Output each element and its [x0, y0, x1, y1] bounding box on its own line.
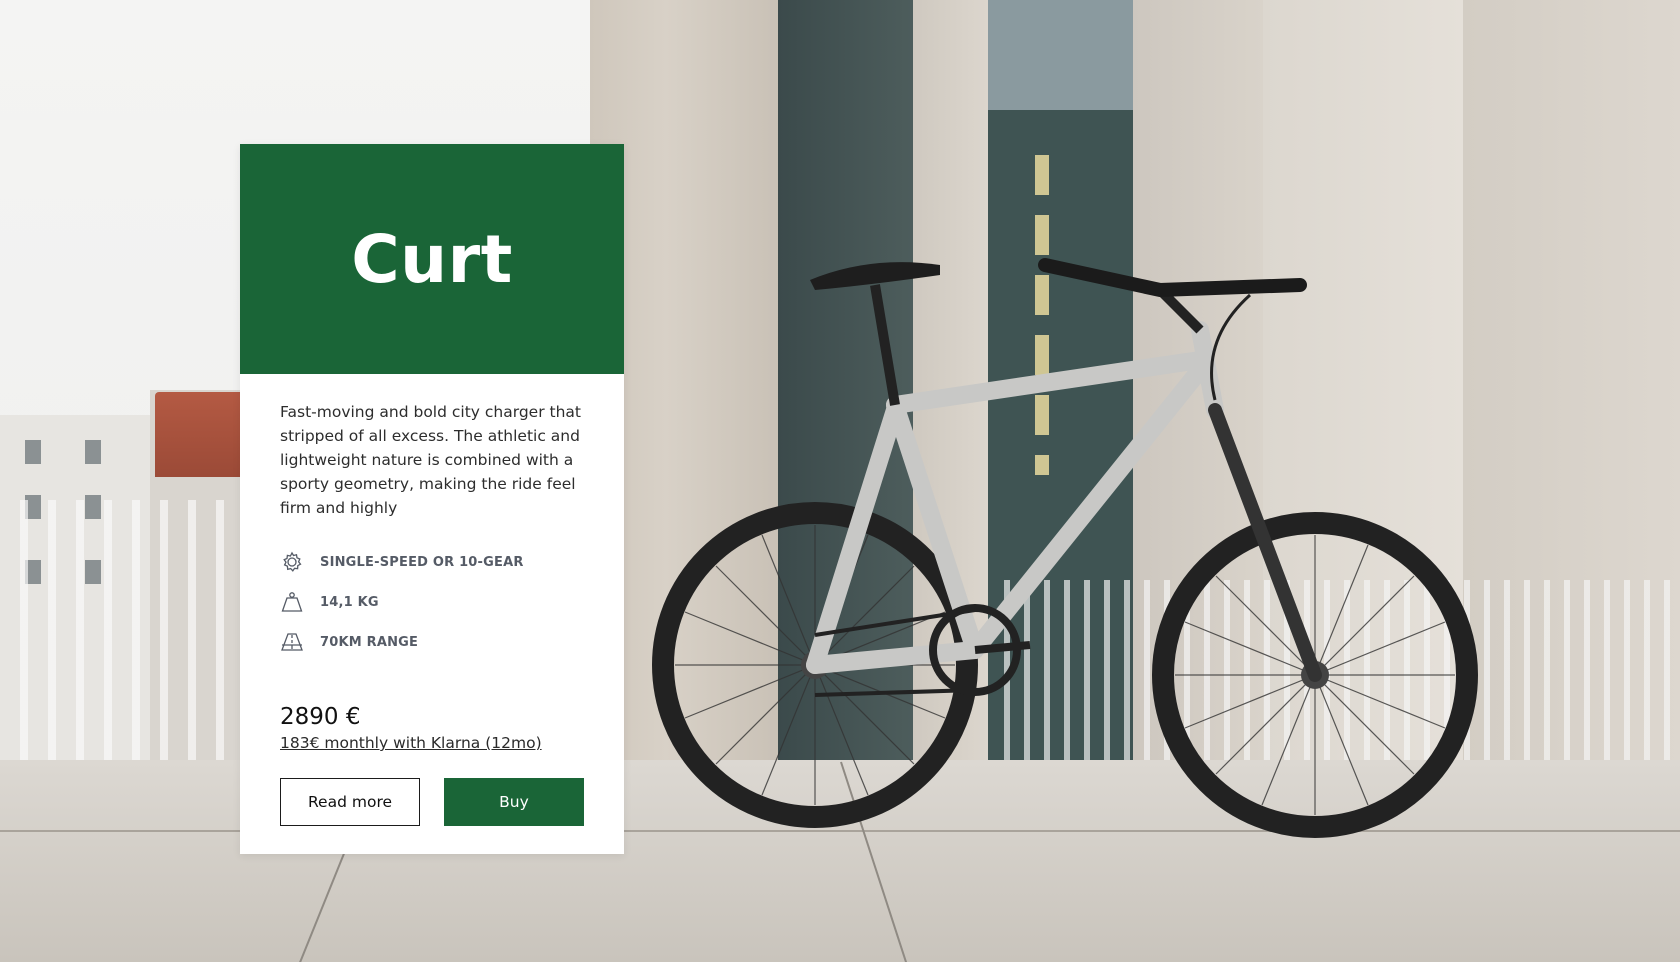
- road-icon: [281, 633, 303, 651]
- spec-list: SINGLE-SPEED OR 10-GEAR 14,1 KG 70KM RAN…: [280, 542, 584, 662]
- card-actions: Read more Buy: [280, 778, 584, 826]
- product-description: Fast-moving and bold city charger that s…: [280, 403, 581, 517]
- product-header: Curt: [240, 144, 624, 374]
- railing-left: [0, 500, 250, 770]
- product-card: Curt Fast-moving and bold city charger t…: [240, 144, 624, 854]
- klarna-financing-link[interactable]: 183€ monthly with Klarna (12mo): [280, 734, 542, 752]
- product-title: Curt: [351, 220, 513, 298]
- spec-weight: 14,1 KG: [280, 582, 584, 622]
- spec-label: 14,1 KG: [320, 594, 379, 610]
- bicycle-image: [652, 258, 1478, 838]
- product-details: Fast-moving and bold city charger that s…: [240, 374, 624, 826]
- read-more-button[interactable]: Read more: [280, 778, 420, 826]
- weight-icon: [281, 592, 303, 612]
- product-price: 2890 €: [280, 704, 361, 730]
- spec-label: 70KM RANGE: [320, 634, 419, 650]
- gear-icon: [283, 551, 302, 572]
- spec-gears: SINGLE-SPEED OR 10-GEAR: [280, 542, 584, 582]
- buy-button[interactable]: Buy: [444, 778, 584, 826]
- spec-range: 70KM RANGE: [280, 622, 584, 662]
- spec-label: SINGLE-SPEED OR 10-GEAR: [320, 554, 524, 570]
